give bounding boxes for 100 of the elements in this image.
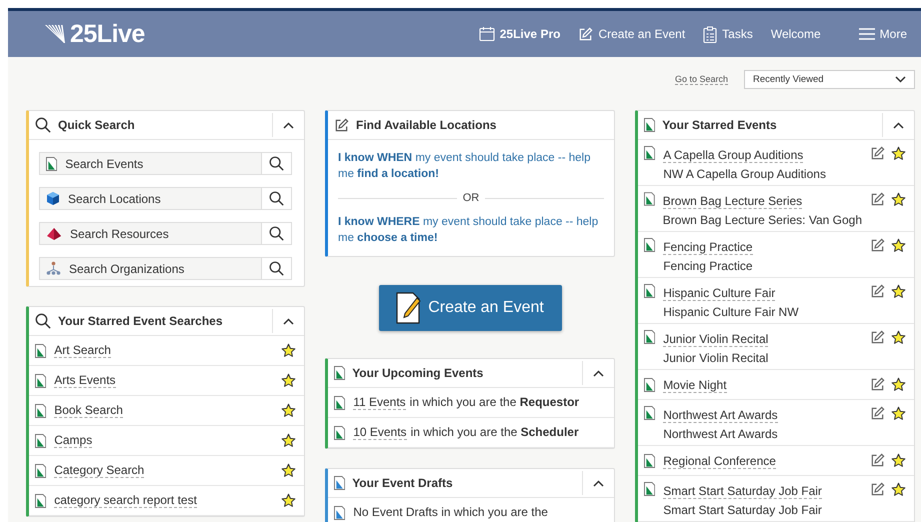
edit-button[interactable] bbox=[870, 330, 885, 345]
star-button[interactable] bbox=[281, 343, 296, 358]
chevron-up-icon bbox=[893, 122, 904, 128]
chevron-up-icon bbox=[593, 370, 604, 376]
document-icon bbox=[334, 476, 346, 490]
star-button[interactable] bbox=[891, 238, 906, 253]
menu-icon bbox=[858, 28, 875, 40]
document-icon bbox=[644, 482, 656, 496]
nav-link[interactable]: Welcome bbox=[770, 27, 821, 41]
star-button[interactable] bbox=[281, 433, 296, 448]
star-button[interactable] bbox=[891, 330, 906, 345]
search-button[interactable] bbox=[261, 258, 291, 279]
saved-search-link[interactable]: Book Search bbox=[54, 403, 123, 418]
events-count-link[interactable]: 11 Events bbox=[353, 395, 406, 410]
edit-button[interactable] bbox=[870, 238, 885, 253]
star-button[interactable] bbox=[891, 192, 906, 207]
separator-text: OR bbox=[462, 192, 480, 204]
create-event-button[interactable]: Create an Event bbox=[378, 285, 562, 331]
event-link[interactable]: Hispanic Culture Fair bbox=[663, 286, 776, 301]
event-detail: Brown Bag Lecture Series: Van Gogh bbox=[662, 213, 862, 228]
star-button[interactable] bbox=[891, 453, 906, 468]
star-button[interactable] bbox=[281, 403, 296, 418]
choose-time-link[interactable]: I know WHERE my event should take place -- help me choose a time! bbox=[338, 214, 604, 246]
nav-link[interactable]: More bbox=[858, 27, 907, 41]
edit-button[interactable] bbox=[870, 406, 885, 421]
star-button[interactable] bbox=[891, 284, 906, 299]
nav-link[interactable]: Create an Event bbox=[578, 26, 686, 42]
event-detail: Smart Start Saturday Job Fair bbox=[663, 503, 823, 518]
star-button[interactable] bbox=[281, 493, 296, 508]
event-link[interactable]: Movie Night bbox=[663, 378, 727, 392]
search-button[interactable] bbox=[261, 153, 291, 174]
search-icon bbox=[35, 117, 51, 133]
search-icon bbox=[269, 156, 284, 171]
chevron-down-icon bbox=[895, 76, 906, 83]
nav-link[interactable]: Tasks bbox=[703, 26, 753, 42]
event-link[interactable]: Brown Bag Lecture Series bbox=[662, 194, 802, 209]
org-chart-icon bbox=[46, 261, 61, 276]
event-link[interactable]: Smart Start Saturday Job Fair bbox=[663, 484, 822, 499]
search-input[interactable]: Search Organizations bbox=[67, 260, 261, 276]
search-input[interactable]: Search Resources bbox=[68, 226, 261, 242]
pencil-document-icon bbox=[396, 292, 422, 324]
document-icon bbox=[644, 238, 656, 252]
star-button[interactable] bbox=[281, 373, 296, 388]
saved-search-link[interactable]: Art Search bbox=[54, 343, 111, 358]
event-link[interactable]: Junior Violin Recital bbox=[663, 332, 768, 347]
document-icon bbox=[334, 506, 346, 520]
edit-button[interactable] bbox=[870, 192, 885, 207]
event-detail: Junior Violin Recital bbox=[663, 351, 770, 366]
drafts-message: No Event Drafts in which you are the bbox=[353, 505, 548, 520]
search-field[interactable]: Search Resources bbox=[39, 222, 292, 245]
find-location-link[interactable]: I know WHEN my event should take place -- help me find a location! bbox=[338, 150, 604, 182]
edit-button[interactable] bbox=[870, 482, 885, 497]
search-icon bbox=[35, 313, 51, 329]
document-icon bbox=[334, 396, 346, 410]
event-detail: Northwest Art Awards bbox=[663, 427, 779, 442]
search-button[interactable] bbox=[261, 188, 291, 209]
pencil-document-icon bbox=[334, 118, 349, 132]
search-field[interactable]: Search Organizations bbox=[39, 257, 292, 280]
events-count-link[interactable]: 10 Events bbox=[353, 425, 407, 440]
saved-search-link[interactable]: category search report test bbox=[54, 493, 197, 508]
card-title: Your Starred Events bbox=[662, 118, 777, 132]
document-icon bbox=[644, 330, 656, 344]
search-input[interactable]: Search Locations bbox=[66, 190, 261, 206]
edit-button[interactable] bbox=[870, 377, 885, 392]
search-field[interactable]: Search Events bbox=[39, 152, 292, 175]
star-button[interactable] bbox=[891, 146, 906, 161]
document-icon bbox=[644, 284, 656, 298]
card-title: Your Starred Event Searches bbox=[58, 314, 223, 328]
chevron-up-icon bbox=[593, 480, 604, 486]
edit-button[interactable] bbox=[870, 453, 885, 468]
chevron-up-icon bbox=[283, 318, 294, 324]
saved-search-link[interactable]: Arts Events bbox=[54, 373, 116, 388]
star-button[interactable] bbox=[891, 482, 906, 497]
edit-button[interactable] bbox=[870, 146, 885, 161]
document-icon bbox=[334, 366, 346, 380]
go-to-search-link[interactable]: Go to Search bbox=[674, 74, 728, 85]
event-link[interactable]: Regional Conference bbox=[663, 454, 776, 468]
saved-search-link[interactable]: Camps bbox=[54, 433, 92, 448]
nav-link[interactable]: 25Live Pro bbox=[478, 26, 560, 42]
card-title: Find Available Locations bbox=[356, 118, 496, 132]
edit-button[interactable] bbox=[870, 284, 885, 299]
search-button[interactable] bbox=[261, 223, 291, 244]
search-field[interactable]: Search Locations bbox=[39, 187, 292, 210]
star-button[interactable] bbox=[891, 406, 906, 421]
event-link[interactable]: A Capella Group Auditions bbox=[663, 148, 804, 163]
star-button[interactable] bbox=[891, 377, 906, 392]
event-detail: Fencing Practice bbox=[663, 259, 754, 274]
document-icon bbox=[35, 434, 46, 448]
search-icon bbox=[269, 226, 284, 241]
document-icon bbox=[35, 374, 46, 388]
saved-search-link[interactable]: Category Search bbox=[54, 463, 144, 478]
recently-viewed-select[interactable]: Recently Viewed bbox=[744, 70, 915, 89]
event-link[interactable]: Fencing Practice bbox=[663, 240, 753, 255]
document-icon bbox=[644, 118, 656, 132]
calendar-icon bbox=[478, 26, 495, 42]
star-button[interactable] bbox=[281, 463, 296, 478]
event-link[interactable]: Northwest Art Awards bbox=[663, 408, 778, 423]
search-input[interactable]: Search Events bbox=[63, 156, 261, 172]
search-icon bbox=[269, 191, 284, 206]
cube-icon bbox=[46, 191, 60, 206]
